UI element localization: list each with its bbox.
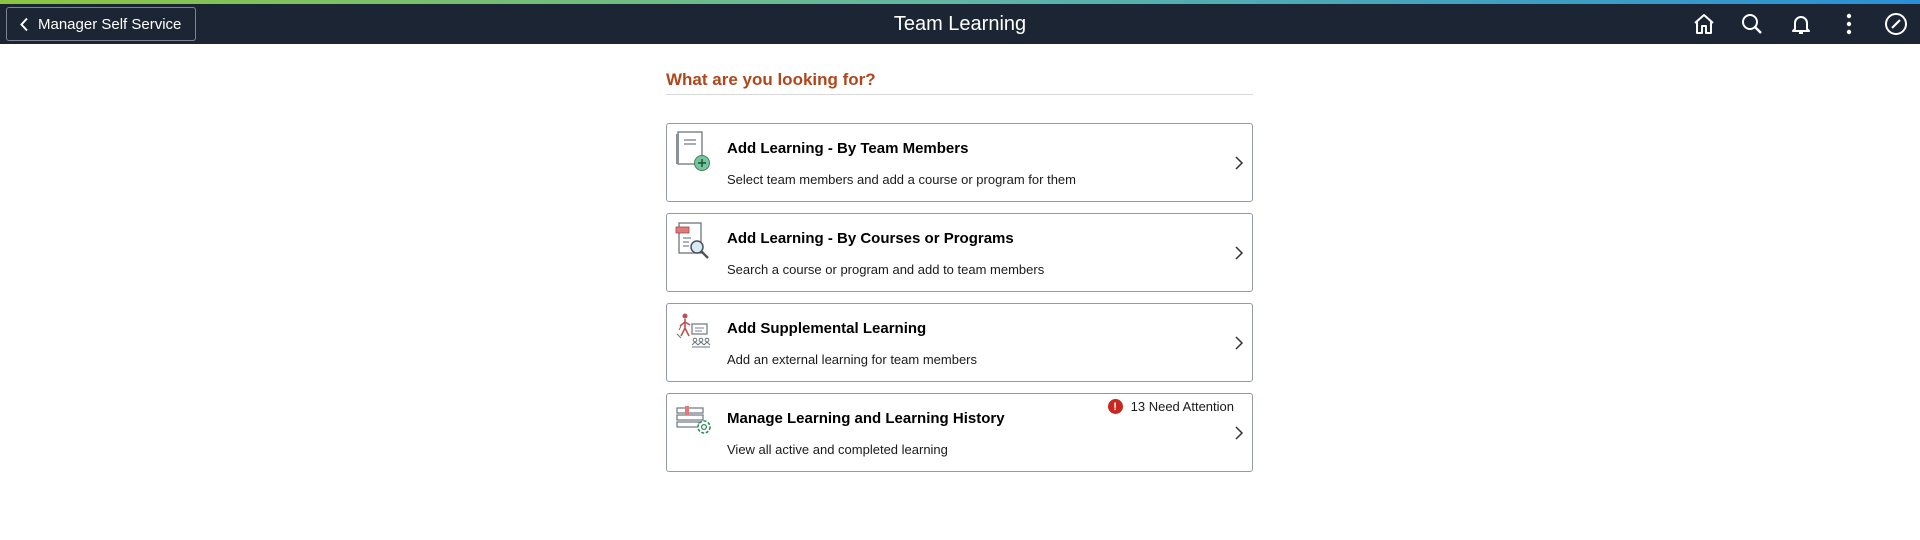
attention-badge: ! 13 Need Attention [1107,399,1234,414]
chevron-right-icon [1235,426,1244,440]
chevron-right-icon [1235,336,1244,350]
main-content: What are you looking for? Add Learning -… [666,70,1253,472]
actions-menu-icon[interactable] [1836,11,1862,37]
search-icon[interactable] [1739,11,1765,37]
navbar-compass-icon[interactable] [1883,11,1909,37]
section-heading: What are you looking for? [666,70,876,89]
tile-title: Add Learning - By Courses or Programs [727,230,1014,247]
back-button[interactable]: Manager Self Service [6,7,197,41]
classroom-icon [676,313,711,348]
back-button-label: Manager Self Service [38,15,182,33]
header-bar: Manager Self Service Team Learning [0,4,1920,44]
home-icon[interactable] [1691,11,1717,37]
tile-title: Add Supplemental Learning [727,320,927,337]
tile-description: Select team members and add a course or … [727,172,1076,187]
tile-add-supplemental-learning[interactable]: Add Supplemental Learning Add an externa… [666,303,1253,382]
document-search-icon [675,222,709,259]
chevron-right-icon [1235,246,1244,260]
chevron-left-icon [20,17,28,31]
chevron-right-icon [1235,156,1244,170]
learning-settings-icon [676,406,711,434]
attention-count-label: 13 Need Attention [1130,399,1234,414]
page-title: Team Learning [893,13,1027,35]
section-divider [666,94,1253,95]
alert-icon: ! [1107,399,1123,414]
tile-description: Add an external learning for team member… [727,352,978,367]
tile-manage-learning-history[interactable]: Manage Learning and Learning History Vie… [666,393,1253,472]
bell-icon[interactable] [1788,11,1814,37]
tile-title: Add Learning - By Team Members [727,140,969,157]
tile-description: View all active and completed learning [727,442,948,457]
document-add-icon [676,131,710,171]
tile-add-learning-by-team-members[interactable]: Add Learning - By Team Members Select te… [666,123,1253,202]
tile-description: Search a course or program and add to te… [727,262,1045,277]
tile-add-learning-by-courses[interactable]: Add Learning - By Courses or Programs Se… [666,213,1253,292]
tile-title: Manage Learning and Learning History [727,410,1005,427]
